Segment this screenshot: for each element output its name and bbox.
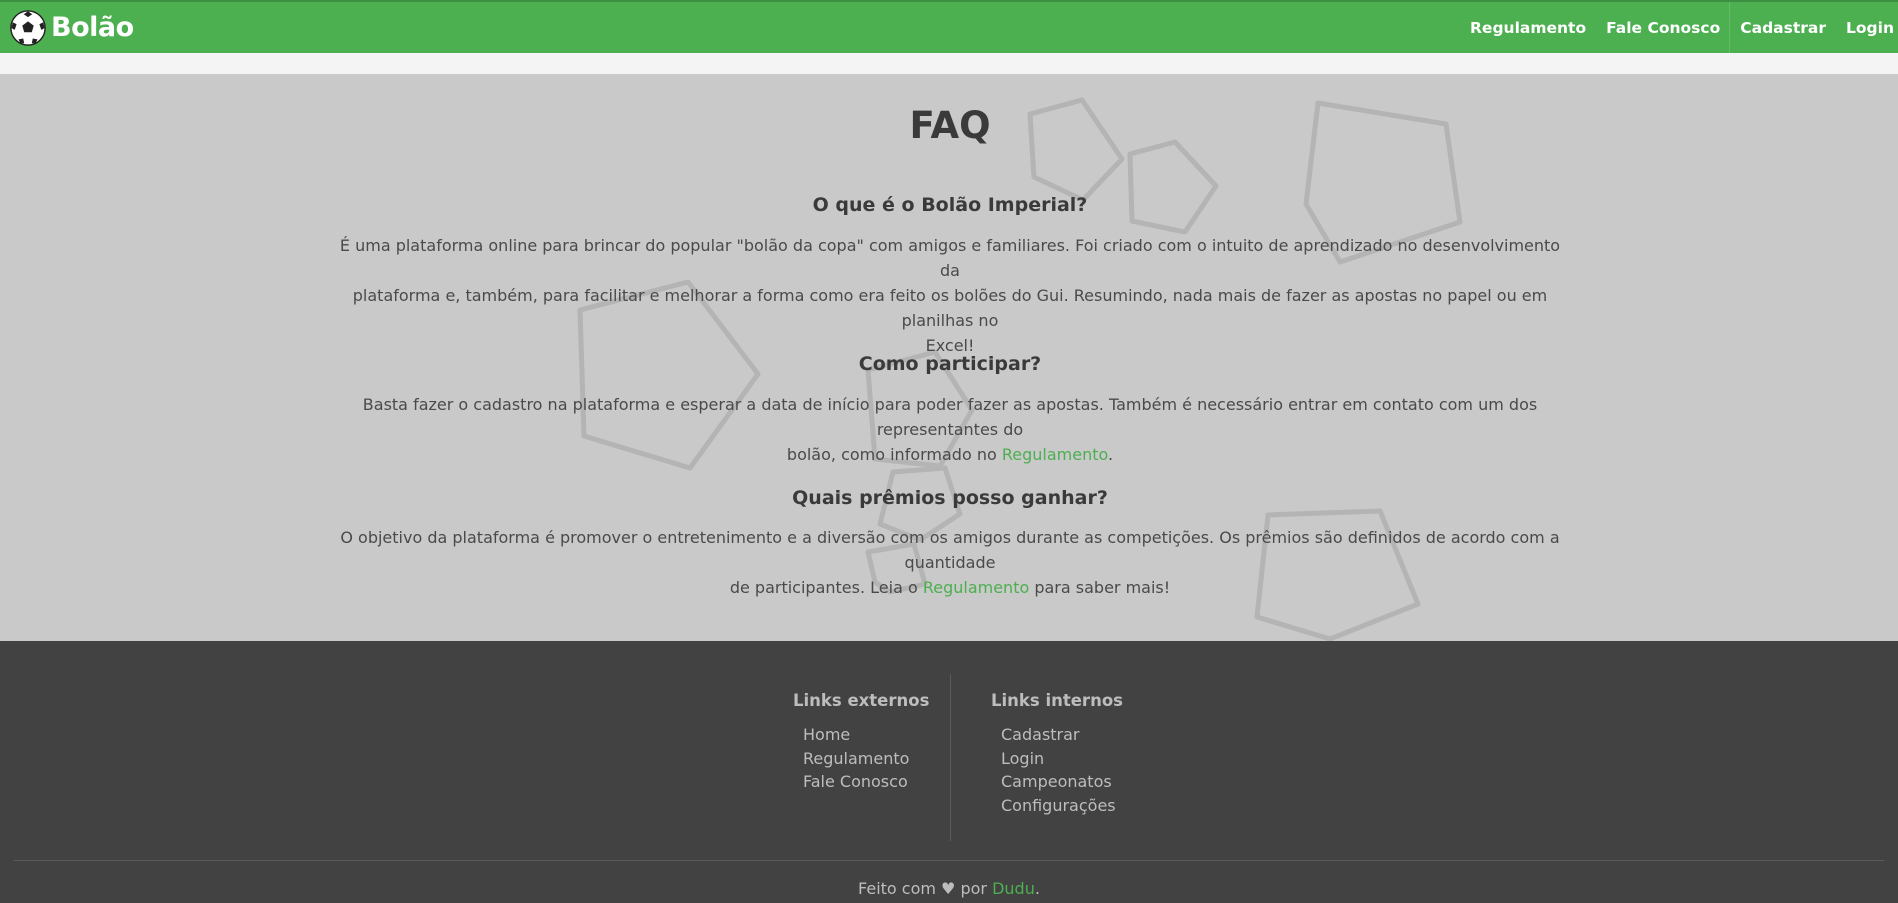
answer-2-end: . [1108, 445, 1114, 464]
answer-3-line-1: O objetivo da plataforma é promover o en… [340, 528, 1560, 572]
nav-fale-conosco[interactable]: Fale Conosco [1596, 2, 1729, 53]
faq-section: FAQ O que é o Bolão Imperial? É uma plat… [0, 74, 1898, 641]
external-links-title: Links externos [793, 691, 930, 710]
nav-login[interactable]: Login [1836, 2, 1898, 53]
faq-question-3: Quais prêmios posso ganhar? [792, 487, 1108, 509]
answer-1-line-2: plataforma e, também, para facilitar e m… [352, 286, 1548, 330]
faq-question-1: O que é o Bolão Imperial? [812, 194, 1088, 216]
faq-answer-2: Basta fazer o cadastro na plataforma e e… [330, 392, 1570, 467]
footer-link-login[interactable]: Login [1001, 749, 1044, 768]
answer-3-line-2: de participantes. Leia o Regulamento par… [330, 575, 1570, 600]
internal-links-title: Links internos [991, 691, 1123, 710]
footer-divider [14, 860, 1884, 861]
footer: Links externos Home Regulamento Fale Con… [0, 641, 1898, 903]
footer-link-fale-conosco[interactable]: Fale Conosco [803, 772, 908, 791]
footer-link-campeonatos[interactable]: Campeonatos [1001, 772, 1112, 791]
footer-column-divider [950, 674, 951, 841]
footer-credit: Feito com ♥ por Dudu. [0, 879, 1898, 898]
navbar: Bolão Regulamento Fale Conosco Cadastrar… [0, 0, 1898, 53]
navbar-spacer [0, 53, 1898, 74]
nav-links: Regulamento Fale Conosco Cadastrar Login [1460, 2, 1898, 53]
regulamento-link-2[interactable]: Regulamento [923, 578, 1029, 597]
footer-link-configuracoes[interactable]: Configurações [1001, 796, 1116, 815]
answer-2-text: bolão, como informado no [786, 445, 1002, 464]
brand-link[interactable]: Bolão [9, 9, 134, 47]
answer-2-line-2: bolão, como informado no Regulamento. [330, 442, 1570, 467]
answer-2-line-1: Basta fazer o cadastro na plataforma e e… [362, 395, 1538, 439]
credit-text: Feito com ♥ por [858, 879, 993, 898]
nav-regulamento[interactable]: Regulamento [1460, 2, 1596, 53]
faq-answer-1: É uma plataforma online para brincar do … [330, 233, 1570, 358]
author-link[interactable]: Dudu [992, 879, 1035, 898]
answer-3-end: para saber mais! [1029, 578, 1171, 597]
faq-answer-3: O objetivo da plataforma é promover o en… [330, 525, 1570, 600]
page-title: FAQ [909, 104, 991, 147]
nav-cadastrar[interactable]: Cadastrar [1730, 2, 1836, 53]
answer-1-line-1: É uma plataforma online para brincar do … [339, 236, 1561, 280]
footer-link-regulamento[interactable]: Regulamento [803, 749, 909, 768]
credit-end: . [1034, 879, 1040, 898]
footer-link-cadastrar[interactable]: Cadastrar [1001, 725, 1080, 744]
soccer-ball-icon [10, 9, 46, 46]
regulamento-link-1[interactable]: Regulamento [1002, 445, 1108, 464]
footer-link-home[interactable]: Home [803, 725, 850, 744]
brand-name: Bolão [51, 12, 134, 43]
pentagon-shape-2 [1127, 139, 1219, 235]
answer-3-text: de participantes. Leia o [729, 578, 923, 597]
faq-question-2: Como participar? [858, 353, 1042, 375]
